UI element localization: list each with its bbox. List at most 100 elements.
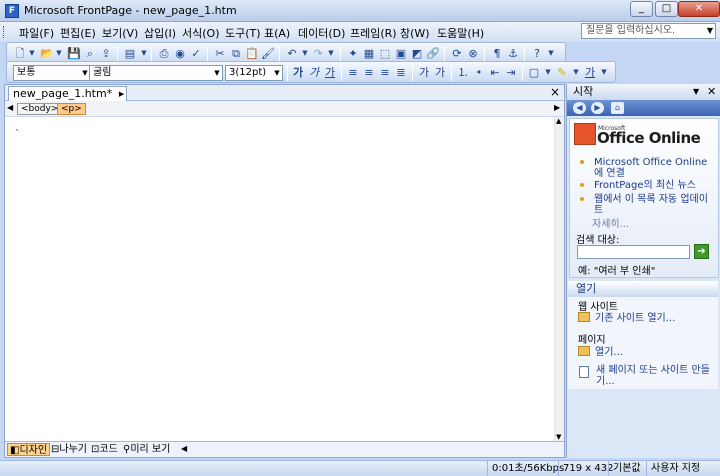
web-component-icon[interactable]: ✦ — [346, 47, 360, 60]
align-center-icon[interactable]: ≡ — [362, 66, 376, 79]
toggle-pane-icon[interactable]: ▤ — [123, 47, 137, 60]
undo-icon[interactable]: ↶ — [285, 47, 299, 60]
menu-frames[interactable]: 프레임(R) — [350, 25, 397, 41]
open-site-link[interactable]: 기존 사이트 열기... — [578, 309, 675, 324]
print-icon[interactable]: ⎙ — [157, 47, 171, 60]
link-frontpage-news[interactable]: FrontPage의 최신 뉴스 — [580, 180, 715, 194]
search-go-button[interactable]: ➔ — [694, 244, 709, 259]
borders-icon[interactable]: ▢ — [527, 66, 541, 79]
chevron-down-icon[interactable]: ▼ — [298, 47, 312, 60]
view-tab-design[interactable]: ◧디자인 — [7, 443, 51, 456]
drawing-icon[interactable]: ◩ — [410, 47, 424, 60]
chevron-down-icon[interactable]: ▼ — [212, 66, 222, 80]
insert-picture-icon[interactable]: ▣ — [394, 47, 408, 60]
open-page-link[interactable]: 열기... — [578, 343, 623, 358]
align-right-icon[interactable]: ≡ — [378, 66, 392, 79]
show-all-icon[interactable]: ¶ — [490, 47, 504, 60]
chevron-down-icon[interactable]: ▼ — [569, 66, 583, 79]
search-icon[interactable]: ⌕ — [83, 47, 97, 60]
vertical-scrollbar[interactable]: ▲ ▼ — [554, 117, 564, 441]
italic-icon[interactable]: 가 — [307, 66, 321, 79]
chevron-down-icon[interactable]: ▼ — [544, 47, 558, 60]
bold-icon[interactable]: 가 — [291, 66, 305, 79]
status-mode: 기본값 — [608, 461, 641, 476]
copy-icon[interactable]: ⧉ — [229, 47, 243, 60]
help-icon[interactable]: ? — [530, 47, 544, 60]
back-icon[interactable]: ◀ — [573, 102, 586, 114]
paste-icon[interactable]: 📋 — [245, 47, 259, 60]
underline-icon[interactable]: 가 — [323, 66, 337, 79]
view-tab-code[interactable]: ⊡코드 — [89, 443, 120, 456]
numbered-list-icon[interactable]: ⒈ — [456, 66, 470, 79]
search-input[interactable] — [577, 245, 690, 259]
insert-layer-icon[interactable]: ⬚ — [378, 47, 392, 60]
preview-icon[interactable]: ◉ — [173, 47, 187, 60]
font-color-icon[interactable]: 가 — [583, 66, 597, 79]
stop-icon[interactable]: ⊗ — [466, 47, 480, 60]
menu-view[interactable]: 보기(V) — [102, 25, 138, 41]
menu-format[interactable]: 서식(O) — [182, 25, 219, 41]
home-icon[interactable]: ⌂ — [611, 102, 624, 114]
minimize-button[interactable]: _ — [630, 1, 653, 17]
refresh-icon[interactable]: ⟳ — [450, 47, 464, 60]
tag-p[interactable]: <p> — [57, 103, 86, 115]
close-button[interactable]: ✕ — [678, 1, 720, 17]
ask-question-box[interactable]: 질문을 입력하십시오. ▼ — [581, 23, 716, 39]
chevron-left-icon[interactable]: ◀ — [181, 444, 187, 453]
font-size-select[interactable]: 3(12pt) ▼ — [225, 65, 283, 81]
chevron-down-icon[interactable]: ▼ — [137, 47, 151, 60]
menu-edit[interactable]: 편집(E) — [60, 25, 96, 41]
menu-grip-handle[interactable] — [3, 26, 6, 38]
chevron-down-icon[interactable]: ▼ — [25, 47, 39, 60]
chevron-down-icon[interactable]: ▼ — [693, 84, 699, 100]
chevron-down-icon[interactable]: ▼ — [52, 47, 66, 60]
maximize-button[interactable]: □ — [655, 1, 678, 17]
close-document-icon[interactable]: × — [550, 85, 560, 99]
formatting-toolbar: 보통 ▼ 굴림 ▼ 3(12pt) ▼ 가 가 가 ≡ ≡ ≡ ≣ 가 가 ⒈ … — [6, 61, 616, 83]
spelling-icon[interactable]: ✓ — [189, 47, 203, 60]
tag-body[interactable]: <body> — [17, 103, 63, 115]
chevron-down-icon[interactable]: ▼ — [707, 24, 713, 38]
menu-data[interactable]: 데이터(D) — [298, 25, 345, 41]
anchor-icon[interactable]: ⚓ — [506, 47, 520, 60]
document-tab[interactable]: new_page_1.htm* ▶ — [8, 86, 128, 101]
save-icon[interactable]: 💾 — [67, 47, 81, 60]
increase-font-icon[interactable]: 가 — [417, 66, 431, 79]
publish-icon[interactable]: ⇪ — [99, 47, 113, 60]
view-tab-split[interactable]: ⊟나누기 — [49, 443, 89, 456]
insert-table-icon[interactable]: ▦ — [362, 47, 376, 60]
chevron-left-icon[interactable]: ◀ — [7, 103, 13, 112]
view-tab-preview[interactable]: ⚲미리 보기 — [121, 443, 172, 456]
justify-icon[interactable]: ≣ — [394, 66, 408, 79]
chevron-right-icon[interactable]: ▶ — [554, 103, 560, 112]
font-select[interactable]: 굴림 ▼ — [89, 65, 223, 81]
cut-icon[interactable]: ✂ — [213, 47, 227, 60]
hyperlink-icon[interactable]: 🔗 — [426, 47, 440, 60]
scroll-down-icon[interactable]: ▼ — [556, 433, 561, 441]
chevron-down-icon[interactable]: ▼ — [324, 47, 338, 60]
align-left-icon[interactable]: ≡ — [346, 66, 360, 79]
menu-insert[interactable]: 삽입(I) — [144, 25, 176, 41]
close-pane-icon[interactable]: ✕ — [707, 84, 716, 100]
menu-help[interactable]: 도움말(H) — [437, 25, 484, 41]
scroll-up-icon[interactable]: ▲ — [556, 117, 561, 125]
highlight-icon[interactable]: ✎ — [555, 66, 569, 79]
menu-table[interactable]: 표(A) — [264, 25, 290, 41]
more-link[interactable]: 자세히... — [592, 215, 629, 230]
chevron-down-icon[interactable]: ▼ — [597, 66, 611, 79]
menu-tools[interactable]: 도구(T) — [225, 25, 261, 41]
chevron-down-icon[interactable]: ▼ — [541, 66, 555, 79]
decrease-font-icon[interactable]: 가 — [433, 66, 447, 79]
bulleted-list-icon[interactable]: • — [472, 66, 486, 79]
increase-indent-icon[interactable]: ⇥ — [504, 66, 518, 79]
chevron-down-icon[interactable]: ▼ — [272, 66, 282, 80]
style-select[interactable]: 보통 ▼ — [13, 65, 91, 81]
decrease-indent-icon[interactable]: ⇤ — [488, 66, 502, 79]
redo-icon[interactable]: ↷ — [311, 47, 325, 60]
new-page-link[interactable]: 새 페이지 또는 사이트 만들기... — [568, 363, 718, 389]
forward-icon[interactable]: ▶ — [591, 102, 604, 114]
frontpage-app-icon[interactable]: F — [5, 4, 19, 18]
format-painter-icon[interactable]: 🖌 — [261, 47, 275, 60]
menu-file[interactable]: 파일(F) — [19, 25, 54, 41]
menu-window[interactable]: 창(W) — [400, 25, 430, 41]
